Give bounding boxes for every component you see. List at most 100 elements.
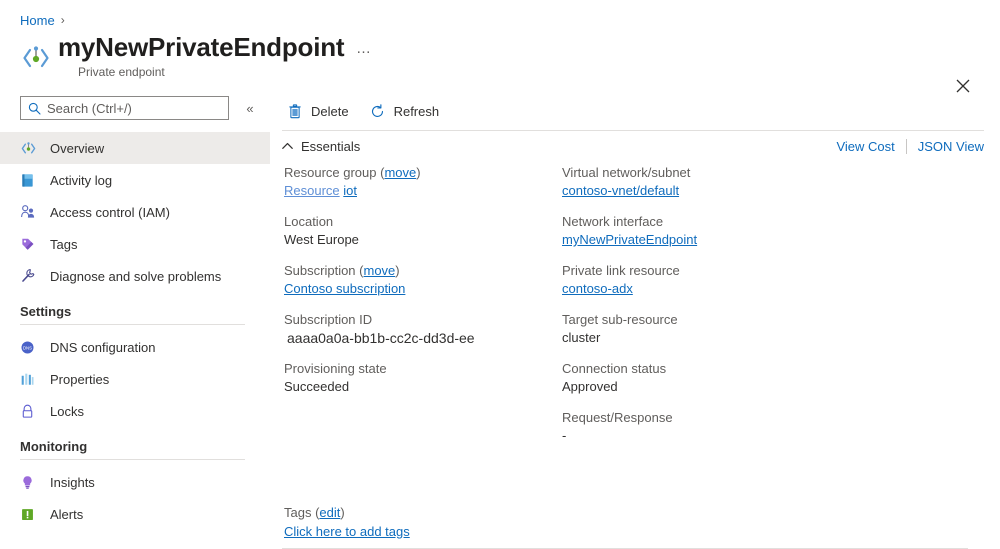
tag-icon <box>20 235 40 253</box>
essentials-toggle-button[interactable]: Essentials <box>282 139 360 154</box>
lock-icon <box>20 402 40 420</box>
field-value: - <box>562 427 862 445</box>
field-value: contoso-adx <box>562 280 862 298</box>
essentials-links: View Cost JSON View <box>836 139 984 154</box>
refresh-button[interactable]: Refresh <box>365 98 450 124</box>
field-label: Subscription (move) <box>284 262 554 280</box>
sidebar-item-alerts[interactable]: Alerts <box>0 498 270 530</box>
move-resource-group-link[interactable]: move <box>384 165 416 180</box>
refresh-button-label: Refresh <box>394 104 440 119</box>
field-value: cluster <box>562 329 862 347</box>
field-provisioning-state: Provisioning state Succeeded <box>284 360 554 396</box>
field-value: Contoso subscription <box>284 280 554 298</box>
sidebar-item-access-control[interactable]: Access control (IAM) <box>0 196 270 228</box>
insights-bulb-icon <box>20 473 40 491</box>
tags-value: Click here to add tags <box>284 522 968 542</box>
essentials-left-column: Resource group (move) Resource iot Locat… <box>284 164 554 409</box>
sidebar-item-activity-log[interactable]: Activity log <box>0 164 270 196</box>
vnet-subnet-link[interactable]: contoso-vnet/default <box>562 183 679 198</box>
sidebar: « Overview A <box>0 92 270 538</box>
field-network-interface: Network interface myNewPrivateEndpoint <box>562 213 862 249</box>
tags-section: Tags (edit) Click here to add tags <box>284 504 968 542</box>
sidebar-item-label: Insights <box>50 475 95 490</box>
sidebar-group-monitoring: Monitoring <box>0 439 270 460</box>
subscription-link[interactable]: Contoso subscription <box>284 281 405 296</box>
json-view-link[interactable]: JSON View <box>918 139 984 154</box>
field-label: Network interface <box>562 213 862 231</box>
collapse-sidebar-button[interactable]: « <box>240 98 260 118</box>
field-label: Location <box>284 213 554 231</box>
sidebar-item-dns-configuration[interactable]: DNS DNS configuration <box>0 331 270 363</box>
field-label: Private link resource <box>562 262 862 280</box>
search-box[interactable] <box>20 96 229 120</box>
private-link-resource-link[interactable]: contoso-adx <box>562 281 633 296</box>
sidebar-item-overview[interactable]: Overview <box>0 132 270 164</box>
breadcrumb: Home › <box>20 10 71 30</box>
sidebar-item-label: Diagnose and solve problems <box>50 269 221 284</box>
sidebar-item-properties[interactable]: Properties <box>0 363 270 395</box>
delete-button[interactable]: Delete <box>282 98 359 124</box>
sidebar-search-row: « <box>0 96 270 126</box>
more-actions-button[interactable]: … <box>356 42 372 56</box>
field-label: Connection status <box>562 360 862 378</box>
sidebar-item-locks[interactable]: Locks <box>0 395 270 427</box>
trash-icon <box>286 103 304 119</box>
edit-tags-link[interactable]: edit <box>319 505 340 520</box>
delete-button-label: Delete <box>311 104 349 119</box>
field-private-link-resource: Private link resource contoso-adx <box>562 262 862 298</box>
chevron-up-icon <box>282 142 293 150</box>
field-label: Virtual network/subnet <box>562 164 862 182</box>
page-title: myNewPrivateEndpoint <box>58 32 344 63</box>
svg-text:DNS: DNS <box>23 345 32 350</box>
add-tags-link[interactable]: Click here to add tags <box>284 524 410 539</box>
field-value: contoso-vnet/default <box>562 182 862 200</box>
sidebar-item-label: Tags <box>50 237 77 252</box>
field-value: Succeeded <box>284 378 554 396</box>
sidebar-item-label: Activity log <box>50 173 112 188</box>
properties-icon <box>20 370 40 388</box>
network-interface-link[interactable]: myNewPrivateEndpoint <box>562 232 697 247</box>
field-value: Resource iot <box>284 182 554 200</box>
field-label: Provisioning state <box>284 360 554 378</box>
breadcrumb-item-home[interactable]: Home <box>20 13 55 28</box>
field-value: aaaa0a0a-bb1b-cc2c-dd3d-ee <box>284 329 554 347</box>
resource-group-link[interactable]: iot <box>343 183 357 198</box>
sidebar-group-settings: Settings <box>0 304 270 325</box>
sidebar-item-tags[interactable]: Tags <box>0 228 270 260</box>
main-content: Delete Refresh Essentials View Cost <box>282 92 1000 538</box>
field-label: Subscription ID <box>284 311 554 329</box>
wrench-icon <box>20 267 40 285</box>
view-cost-link[interactable]: View Cost <box>836 139 894 154</box>
tags-label: Tags (edit) <box>284 504 968 522</box>
sidebar-nav-list: Overview Activity log Acc <box>0 132 270 530</box>
sidebar-item-label: Alerts <box>50 507 83 522</box>
search-input[interactable] <box>47 101 207 116</box>
sidebar-item-label: Overview <box>50 141 104 156</box>
sidebar-item-label: Access control (IAM) <box>50 205 170 220</box>
sidebar-item-diagnose-and-solve-problems[interactable]: Diagnose and solve problems <box>0 260 270 292</box>
private-endpoint-icon <box>20 139 40 157</box>
essentials-right-column: Virtual network/subnet contoso-vnet/defa… <box>562 164 862 458</box>
dns-icon: DNS <box>20 338 40 356</box>
alerts-icon <box>20 505 40 523</box>
resource-link[interactable]: Resource <box>284 183 340 198</box>
move-subscription-link[interactable]: move <box>364 263 396 278</box>
field-label: Resource group (move) <box>284 164 554 182</box>
sidebar-item-label: DNS configuration <box>50 340 156 355</box>
field-virtual-network-subnet: Virtual network/subnet contoso-vnet/defa… <box>562 164 862 200</box>
private-endpoint-icon <box>20 42 52 74</box>
sidebar-item-insights[interactable]: Insights <box>0 466 270 498</box>
sidebar-item-label: Locks <box>50 404 84 419</box>
field-resource-group: Resource group (move) Resource iot <box>284 164 554 200</box>
sidebar-group-title: Settings <box>20 304 245 324</box>
field-connection-status: Connection status Approved <box>562 360 862 396</box>
field-value: myNewPrivateEndpoint <box>562 231 862 249</box>
field-subscription: Subscription (move) Contoso subscription <box>284 262 554 298</box>
search-icon <box>28 102 41 115</box>
command-bar: Delete Refresh <box>282 96 455 126</box>
divider <box>906 139 907 154</box>
field-value: West Europe <box>284 231 554 249</box>
field-value: Approved <box>562 378 862 396</box>
field-request-response: Request/Response - <box>562 409 862 445</box>
field-location: Location West Europe <box>284 213 554 249</box>
